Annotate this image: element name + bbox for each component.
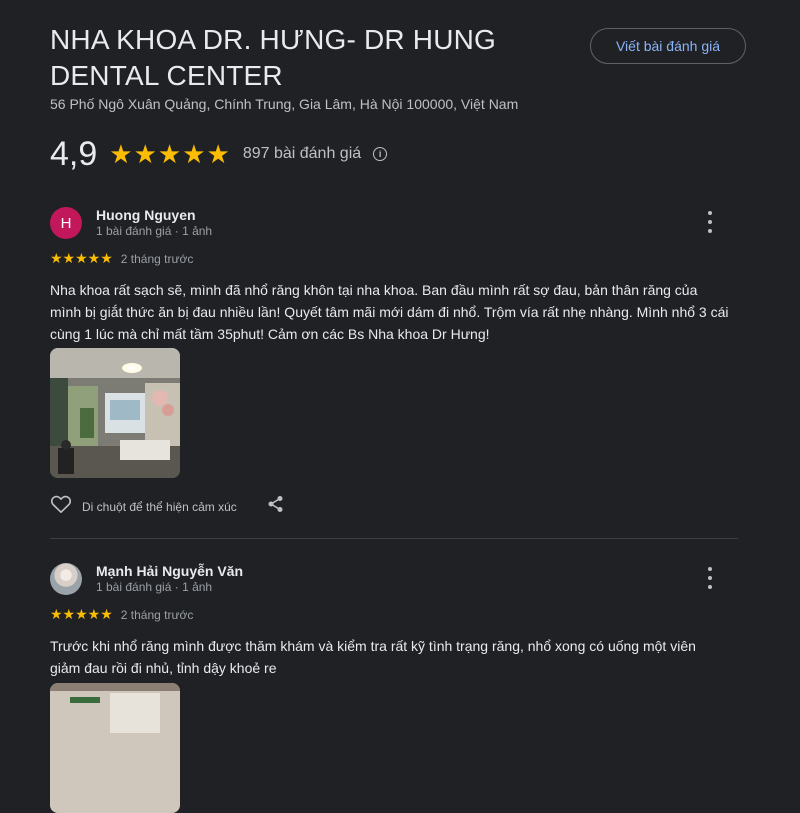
review-author[interactable]: Mạnh Hải Nguyễn Văn bbox=[96, 563, 243, 579]
heart-icon[interactable] bbox=[50, 494, 72, 519]
review-photo[interactable] bbox=[50, 348, 180, 478]
clinic-photo bbox=[50, 683, 180, 813]
review-rating: ★★★★★ 2 tháng trước bbox=[50, 606, 193, 623]
reaction-hint: Di chuột để thể hiện cảm xúc bbox=[82, 499, 237, 514]
review-stars: ★★★★★ bbox=[50, 606, 113, 622]
more-options-icon[interactable] bbox=[702, 211, 718, 233]
rating-summary: 4,9 ★★★★★ 897 bài đánh giá i bbox=[50, 134, 388, 174]
review-rating: ★★★★★ 2 tháng trước bbox=[50, 250, 193, 267]
rating-score: 4,9 bbox=[50, 135, 98, 173]
share-icon[interactable] bbox=[267, 495, 285, 518]
avatar[interactable]: H bbox=[50, 207, 82, 239]
place-title: NHA KHOA DR. HƯNG- DR HUNG DENTAL CENTER bbox=[50, 24, 497, 91]
review-text: Trước khi nhổ răng mình được thăm khám v… bbox=[50, 638, 696, 676]
review-count[interactable]: 897 bài đánh giá bbox=[243, 145, 361, 163]
review-card: H Huong Nguyen 1 bài đánh giá · 1 ảnh ★★… bbox=[50, 207, 740, 527]
rating-stars: ★★★★★ bbox=[109, 139, 231, 169]
more-options-icon[interactable] bbox=[702, 567, 718, 589]
review-card: Mạnh Hải Nguyễn Văn 1 bài đánh giá · 1 ả… bbox=[50, 563, 740, 813]
review-author[interactable]: Huong Nguyen bbox=[96, 207, 196, 223]
write-review-button[interactable]: Viết bài đánh giá bbox=[590, 28, 746, 64]
avatar[interactable] bbox=[50, 563, 82, 595]
review-actions: Di chuột để thể hiện cảm xúc bbox=[50, 494, 285, 519]
review-author-meta: 1 bài đánh giá · 1 ảnh bbox=[96, 224, 213, 238]
review-stars: ★★★★★ bbox=[50, 250, 113, 266]
review-text: Nha khoa rất sạch sẽ, mình đã nhổ răng k… bbox=[50, 282, 729, 342]
review-author-meta: 1 bài đánh giá · 1 ảnh bbox=[96, 580, 213, 594]
review-date: 2 tháng trước bbox=[120, 251, 194, 266]
review-photo[interactable] bbox=[50, 683, 180, 813]
info-icon[interactable]: i bbox=[373, 147, 388, 161]
review-date: 2 tháng trước bbox=[120, 607, 194, 622]
place-address: 56 Phố Ngô Xuân Quảng, Chính Trung, Gia … bbox=[50, 96, 519, 112]
clinic-interior-photo bbox=[50, 348, 180, 478]
review-divider bbox=[50, 538, 738, 539]
